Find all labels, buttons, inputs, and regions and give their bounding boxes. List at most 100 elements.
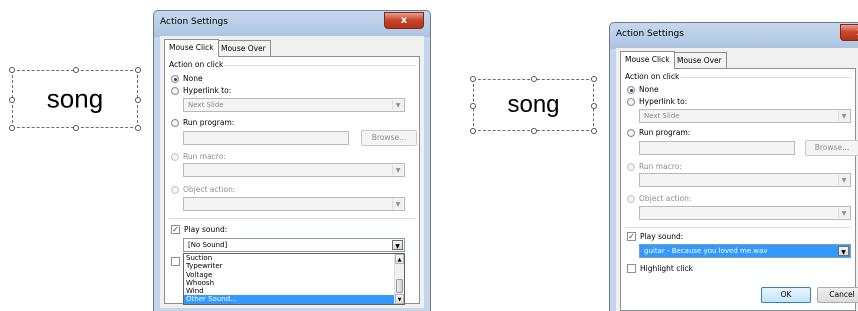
chevron-down-icon[interactable]: ▼ <box>838 208 849 218</box>
scrollbar[interactable]: ▲ ▼ <box>394 254 404 304</box>
chevron-down-icon[interactable]: ▼ <box>838 246 849 256</box>
group-label: Action on click <box>625 72 682 81</box>
tab-mouse-over[interactable]: Mouse Over <box>216 40 271 56</box>
close-button[interactable]: x <box>384 12 424 29</box>
resize-handle[interactable] <box>591 76 597 82</box>
radio-run-program[interactable] <box>627 129 635 137</box>
chevron-down-icon[interactable]: ▼ <box>392 199 403 209</box>
resize-handle[interactable] <box>470 76 476 82</box>
chevron-down-icon[interactable]: ▼ <box>392 100 403 110</box>
song-textbox-left[interactable]: song <box>9 67 141 131</box>
resize-handle[interactable] <box>73 67 79 73</box>
radio-object-action-label: Object action: <box>183 185 236 194</box>
radio-hyperlink[interactable] <box>627 98 635 106</box>
play-sound-checkbox[interactable]: ✓ <box>171 225 180 234</box>
run-program-field[interactable] <box>183 131 349 145</box>
tab-label: Mouse Click <box>169 43 214 52</box>
hyperlink-value: Next Slide <box>644 112 680 120</box>
tab-mouse-click[interactable]: Mouse Click <box>164 39 219 57</box>
run-macro-select[interactable]: ▼ <box>183 163 405 177</box>
chevron-down-icon[interactable]: ▼ <box>838 175 849 185</box>
resize-handle[interactable] <box>135 67 141 73</box>
dialog-title: Action Settings <box>616 29 684 39</box>
radio-run-macro-label: Run macro: <box>183 152 226 161</box>
play-sound-label: Play sound: <box>640 232 684 241</box>
shape-text: song <box>46 83 104 114</box>
resize-handle[interactable] <box>531 76 537 82</box>
radio-run-macro-label: Run macro: <box>639 162 682 171</box>
highlight-click-checkbox[interactable] <box>627 264 636 273</box>
sound-dropdown-list[interactable]: Suction Typewriter Voltage Whoosh Wind O… <box>183 253 405 305</box>
sound-value: [No Sound] <box>188 241 228 249</box>
highlight-click-checkbox[interactable] <box>171 257 180 266</box>
list-item[interactable]: Typewriter <box>184 262 404 270</box>
browse-button[interactable]: Browse... <box>361 130 417 146</box>
dialog-client: Mouse Click Mouse Over Action on click N… <box>160 36 424 308</box>
ok-button[interactable]: OK <box>761 287 811 303</box>
radio-none[interactable] <box>171 75 179 83</box>
tab-label: Mouse Over <box>221 44 266 53</box>
tab-label: Mouse Over <box>677 56 722 65</box>
resize-handle[interactable] <box>9 97 15 103</box>
scroll-thumb[interactable] <box>396 279 403 293</box>
tab-pane: Action on click None Hyperlink to: Next … <box>620 68 858 311</box>
radio-object-action[interactable] <box>627 195 635 203</box>
checkmark-icon: ✓ <box>172 225 179 234</box>
chevron-down-icon[interactable]: ▼ <box>392 165 403 175</box>
radio-run-program-label: Run program: <box>183 118 235 127</box>
radio-run-program[interactable] <box>171 119 179 127</box>
hyperlink-value: Next Slide <box>188 101 224 109</box>
list-item[interactable]: Voltage <box>184 271 404 279</box>
hyperlink-select[interactable]: Next Slide ▼ <box>183 98 405 112</box>
chevron-down-icon[interactable]: ▼ <box>392 240 403 250</box>
chevron-down-icon[interactable]: ▼ <box>395 294 404 304</box>
resize-handle[interactable] <box>470 128 476 134</box>
radio-run-macro[interactable] <box>627 163 635 171</box>
browse-label: Browse... <box>814 143 850 152</box>
song-textbox-right[interactable]: song <box>470 76 597 134</box>
list-item[interactable]: Wind <box>184 287 404 295</box>
sound-select[interactable]: guitar - Because you loved me.wav ▼ <box>639 244 851 258</box>
object-action-select[interactable]: ▼ <box>639 206 851 220</box>
resize-handle[interactable] <box>591 128 597 134</box>
close-icon: x <box>400 15 408 26</box>
group-label: Action on click <box>169 60 226 69</box>
radio-none[interactable] <box>627 86 635 94</box>
chevron-down-icon[interactable]: ▼ <box>838 111 849 121</box>
browse-label: Browse... <box>371 133 407 142</box>
browse-button[interactable]: Browse... <box>805 140 858 156</box>
radio-object-action-label: Object action: <box>639 194 692 203</box>
radio-hyperlink[interactable] <box>171 87 179 95</box>
sound-select[interactable]: [No Sound] ▼ <box>183 238 405 252</box>
resize-handle[interactable] <box>9 125 15 131</box>
list-item[interactable]: Suction <box>184 254 404 262</box>
tab-mouse-over[interactable]: Mouse Over <box>672 52 727 68</box>
run-program-field[interactable] <box>639 141 795 155</box>
title-bar[interactable]: Action Settings x <box>154 11 430 36</box>
resize-handle[interactable] <box>73 125 79 131</box>
radio-run-macro[interactable] <box>171 153 179 161</box>
resize-handle[interactable] <box>9 67 15 73</box>
run-macro-select[interactable]: ▼ <box>639 173 851 187</box>
action-settings-dialog-left: Action Settings x Mouse Click Mouse Over… <box>153 10 431 311</box>
ok-label: OK <box>780 290 792 299</box>
tab-pane: Action on click None Hyperlink to: Next … <box>164 56 420 305</box>
resize-handle[interactable] <box>135 125 141 131</box>
object-action-select[interactable]: ▼ <box>183 197 405 211</box>
hyperlink-select[interactable]: Next Slide ▼ <box>639 109 851 123</box>
resize-handle[interactable] <box>531 128 537 134</box>
close-button[interactable]: x <box>840 24 858 41</box>
list-item[interactable]: Other Sound... <box>184 295 404 304</box>
chevron-up-icon[interactable]: ▲ <box>395 254 404 264</box>
title-bar[interactable]: Action Settings x <box>610 23 858 48</box>
resize-handle[interactable] <box>135 97 141 103</box>
radio-hyperlink-label: Hyperlink to: <box>639 97 688 106</box>
resize-handle[interactable] <box>591 103 597 109</box>
list-item[interactable]: Whoosh <box>184 279 404 287</box>
divider <box>169 218 415 219</box>
resize-handle[interactable] <box>470 103 476 109</box>
cancel-button[interactable]: Cancel <box>817 287 858 303</box>
tab-mouse-click[interactable]: Mouse Click <box>620 51 675 69</box>
radio-object-action[interactable] <box>171 186 179 194</box>
play-sound-checkbox[interactable]: ✓ <box>627 232 636 241</box>
